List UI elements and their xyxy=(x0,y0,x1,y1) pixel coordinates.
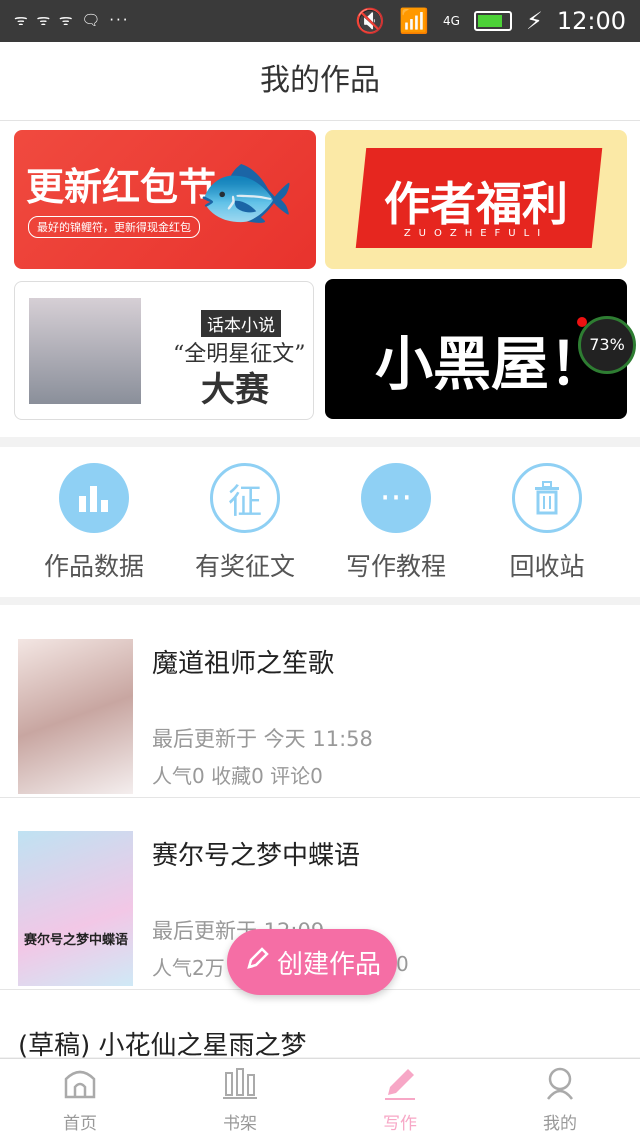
quick-tutorial[interactable]: ··· 写作教程 xyxy=(321,463,471,583)
koi-fish-icon: 🐟 xyxy=(196,144,296,237)
work-stats-tail: 0 xyxy=(396,952,409,976)
battery-icon xyxy=(473,11,512,31)
banner-author-welfare[interactable]: 作者福利 ZUOZHEFULI xyxy=(325,130,627,269)
create-work-button[interactable]: 创建作品 xyxy=(227,929,397,995)
work-title: 赛尔号之梦中蝶语 xyxy=(152,841,361,871)
work-item[interactable]: 魔道祖师之笙歌 最后更新于 今天 11:58 人气0 收藏0 评论0 xyxy=(0,605,640,798)
chat-bubble-icon: ··· xyxy=(361,463,431,533)
quick-work-data[interactable]: 作品数据 xyxy=(19,463,169,583)
banner-red-packet[interactable]: 更新红包节 最好的锦鲤符，更新得现金红包 🐟 xyxy=(14,130,316,269)
contest-icon: 征 xyxy=(210,463,280,533)
quick-label: 回收站 xyxy=(509,552,585,581)
work-stats: 人气0 收藏0 评论0 xyxy=(152,764,323,788)
banner-subtitle: 大赛 xyxy=(201,370,269,410)
floating-percent-badge[interactable]: 73% xyxy=(578,316,636,374)
quick-actions: 作品数据 征 有奖征文 ··· 写作教程 回收站 xyxy=(0,447,640,597)
trash-icon xyxy=(512,463,582,533)
banner-title: 小黑屋！ xyxy=(375,330,608,398)
status-bar: ᯤ ᯤ ᯤ 🗨 ··· 🔇 📶 4G ⚡ 12:00 xyxy=(0,0,640,42)
clock: 12:00 xyxy=(556,7,626,35)
mute-icon: 🔇 xyxy=(355,7,386,35)
tab-label: 我的 xyxy=(543,1114,577,1134)
page-title: 我的作品 xyxy=(0,42,640,121)
pen-icon xyxy=(340,1065,460,1109)
pencil-icon xyxy=(243,945,271,980)
wifi-icon: 📶 xyxy=(399,7,430,35)
quick-label: 有奖征文 xyxy=(194,552,295,581)
group-photo xyxy=(29,298,141,404)
bookshelf-icon xyxy=(180,1065,300,1109)
tab-write[interactable]: 写作 xyxy=(340,1065,460,1134)
banner-tag: 话本小说 xyxy=(201,310,281,337)
tab-bookshelf[interactable]: 书架 xyxy=(180,1065,300,1134)
quick-label: 作品数据 xyxy=(43,552,144,581)
banner-subtitle: ZUOZHEFULI xyxy=(403,228,549,239)
bar-chart-icon xyxy=(59,463,129,533)
work-title: 魔道祖师之笙歌 xyxy=(152,649,335,679)
quick-contest[interactable]: 征 有奖征文 xyxy=(170,463,320,583)
work-stats: 人气2万 xyxy=(152,956,225,980)
charging-icon: ⚡ xyxy=(525,7,543,35)
banner-subtitle: 最好的锦鲤符，更新得现金红包 xyxy=(28,216,200,238)
book-cover xyxy=(18,639,133,794)
home-icon xyxy=(20,1065,140,1109)
status-right: 🔇 📶 4G ⚡ 12:00 xyxy=(355,7,626,35)
quick-recycle-bin[interactable]: 回收站 xyxy=(472,463,622,583)
book-cover: 赛尔号之梦中蝶语 xyxy=(18,831,133,986)
tab-home[interactable]: 首页 xyxy=(20,1065,140,1134)
tab-label: 书架 xyxy=(223,1114,257,1134)
banner-title: 作者福利 xyxy=(384,177,568,231)
cover-text: 赛尔号之梦中蝶语 xyxy=(24,933,129,948)
banner-star-contest[interactable]: 话本小说 “全明星征文” 大赛 xyxy=(14,281,314,420)
notification-icons: ᯤ ᯤ ᯤ 🗨 ··· xyxy=(14,11,130,29)
banner-title: 更新红包节 xyxy=(26,165,217,209)
quick-label: 写作教程 xyxy=(345,552,446,581)
profile-icon xyxy=(500,1065,620,1109)
bottom-tab-bar: 首页 书架 写作 我的 xyxy=(0,1058,640,1139)
banner-grid: 更新红包节 最好的锦鲤符，更新得现金红包 🐟 作者福利 ZUOZHEFULI 话… xyxy=(0,121,640,437)
create-work-label: 创建作品 xyxy=(276,949,381,980)
tab-label: 写作 xyxy=(383,1114,417,1134)
tab-me[interactable]: 我的 xyxy=(500,1065,620,1134)
tab-label: 首页 xyxy=(63,1114,97,1134)
work-updated: 最后更新于 今天 11:58 xyxy=(152,727,373,751)
draft-title[interactable]: (草稿) 小花仙之星雨之梦 xyxy=(18,1025,307,1062)
network-type: 4G xyxy=(443,14,460,28)
